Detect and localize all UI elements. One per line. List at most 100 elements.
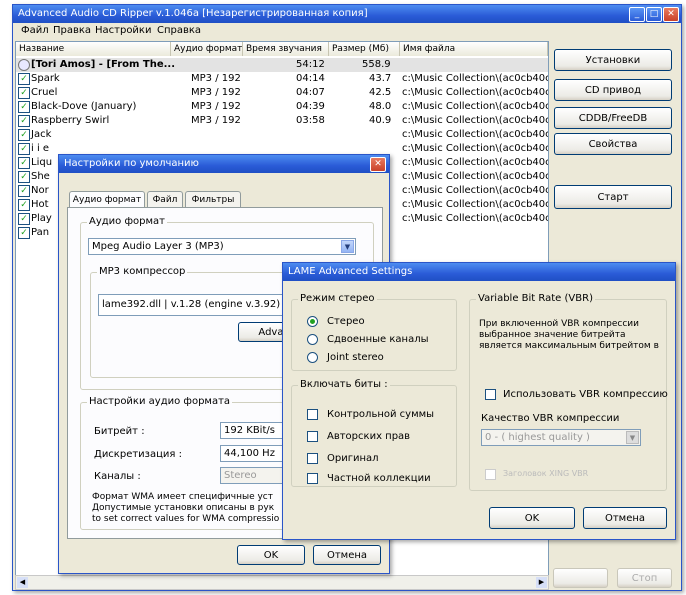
track-file: c:\Music Collection\(ac0cb40c) [402, 101, 549, 112]
track-file: c:\Music Collection\(ac0cb40c) [402, 87, 549, 98]
track-name: She [31, 171, 50, 182]
table-row[interactable]: ✓ Jack c:\Music Collection\(ac0cb40c) [16, 128, 548, 142]
main-title: Advanced Audio CD Ripper v.1.046a [Незар… [18, 8, 368, 19]
track-size: 48.0 [369, 101, 392, 112]
track-duration: 04:14 [296, 73, 325, 84]
lame-title-bar: LAME Advanced Settings [283, 263, 675, 281]
settings-button[interactable]: Установки [554, 49, 672, 71]
horizontal-scrollbar[interactable]: ◀ ▶ [15, 575, 549, 590]
col-header-filename[interactable]: Имя файла [400, 42, 548, 56]
format-select[interactable]: Mpeg Audio Layer 3 (MP3) ▼ [88, 238, 356, 255]
defaults-close-button[interactable]: ✕ [370, 157, 386, 172]
album-row[interactable]: [Tori Amos] - [From The... 54:12 558.9 [16, 58, 548, 72]
track-duration: 04:07 [296, 87, 325, 98]
bitrate-value: 192 KBit/s [224, 425, 275, 436]
col-header-duration[interactable]: Время звучания [243, 42, 329, 56]
track-name: Cruel [31, 87, 58, 98]
maximize-button[interactable]: □ [646, 7, 662, 22]
checkmark-icon[interactable]: ✓ [18, 73, 30, 85]
start-button[interactable]: Старт [554, 185, 672, 209]
track-name: Nor [31, 185, 49, 196]
track-name: Jack [31, 129, 52, 140]
checkbox-use-vbr[interactable] [485, 389, 496, 400]
bitrate-label: Битрейт : [94, 426, 145, 437]
track-file: c:\Music Collection\(ac0cb40c) [402, 213, 549, 224]
menu-file[interactable]: Файл [21, 25, 49, 36]
compressor-value: lame392.dll | v.1.28 (engine v.3.92) [102, 299, 281, 310]
col-header-size[interactable]: Размер (Мб) [329, 42, 400, 56]
checkmark-icon[interactable]: ✓ [18, 185, 30, 197]
track-file: c:\Music Collection\(ac0cb40c) [402, 129, 549, 140]
table-row[interactable]: ✓ Spark MP3 / 192 04:14 43.7 c:\Music Collect… [16, 72, 548, 86]
radio-joint-label: Joint stereo [327, 352, 384, 363]
lame-dialog: LAME Advanced Settings Режим стерео Стер… [282, 262, 676, 540]
col-header-format[interactable]: Аудио формат [171, 42, 243, 56]
track-name: Spark [31, 73, 60, 84]
minimize-button[interactable]: _ [629, 7, 645, 22]
stop-button[interactable]: Стоп [617, 568, 672, 588]
tab-filters[interactable]: Фильтры [185, 191, 241, 207]
cddb-button[interactable]: CDDB/FreeDB [554, 107, 672, 129]
sample-label: Дискретизация : [94, 449, 182, 460]
note-line-3: to set correct values for WMA compressio [92, 514, 280, 524]
checkmark-icon[interactable]: ✓ [18, 143, 30, 155]
scroll-left-icon[interactable]: ◀ [17, 577, 28, 588]
chevron-down-icon: ▼ [626, 431, 639, 444]
tab-file[interactable]: Файл [147, 191, 183, 207]
audio-format-group-label: Аудио формат [87, 216, 167, 227]
vbr-quality-value: 0 - ( highest quality ) [485, 432, 590, 443]
checkbox-use-vbr-label: Использовать VBR компрессию [503, 389, 668, 400]
channels-label: Каналы : [94, 471, 141, 482]
menu-bar: Файл Правка Настройки Справка [13, 24, 679, 39]
checkbox-private[interactable] [307, 473, 318, 484]
cd-icon [18, 59, 30, 71]
checkmark-icon[interactable]: ✓ [18, 213, 30, 225]
track-file: c:\Music Collection\(ac0cb40c) [402, 171, 549, 182]
defaults-title: Настройки по умолчанию [64, 158, 199, 169]
checkmark-icon[interactable]: ✓ [18, 87, 30, 99]
lame-title: LAME Advanced Settings [288, 266, 413, 277]
menu-help[interactable]: Справка [157, 25, 201, 36]
table-row[interactable]: ✓ Black-Dove (January) MP3 / 192 04:39 48.0 c… [16, 100, 548, 114]
checkmark-icon[interactable]: ✓ [18, 199, 30, 211]
defaults-ok-button[interactable]: OK [237, 545, 305, 565]
radio-stereo[interactable] [307, 316, 318, 327]
checkbox-private-label: Частной коллекции [327, 473, 431, 484]
track-size: 40.9 [369, 115, 392, 126]
checkmark-icon[interactable]: ✓ [18, 115, 30, 127]
radio-dual[interactable] [307, 334, 318, 345]
table-row[interactable]: ✓ Raspberry Swirl MP3 / 192 03:58 40.9 c:\Mus… [16, 114, 548, 128]
radio-joint[interactable] [307, 352, 318, 363]
defaults-cancel-button[interactable]: Отмена [313, 545, 381, 565]
track-file: c:\Music Collection\(ac0cb40c) [402, 157, 549, 168]
track-file: c:\Music Collection\(ac0cb40c) [402, 73, 549, 84]
checkmark-icon[interactable]: ✓ [18, 129, 30, 141]
menu-settings[interactable]: Настройки [95, 25, 151, 36]
checkbox-original-label: Оригинал [327, 453, 379, 464]
checkmark-icon[interactable]: ✓ [18, 101, 30, 113]
checkmark-icon[interactable]: ✓ [18, 157, 30, 169]
track-duration: 04:39 [296, 101, 325, 112]
cd-drive-button[interactable]: CD привод [554, 79, 672, 101]
scroll-right-icon[interactable]: ▶ [536, 577, 547, 588]
album-duration: 54:12 [296, 59, 325, 70]
checkbox-original[interactable] [307, 453, 318, 464]
menu-edit[interactable]: Правка [53, 25, 91, 36]
checkbox-copyright-label: Авторских прав [327, 431, 411, 442]
table-row[interactable]: ✓ Cruel MP3 / 192 04:07 42.5 c:\Music Collect… [16, 86, 548, 100]
lame-ok-button[interactable]: OK [489, 507, 575, 529]
chevron-down-icon: ▼ [341, 240, 354, 253]
checkbox-crc[interactable] [307, 409, 318, 420]
vbr-note-2: выбранное значение битрейта [479, 330, 626, 340]
checkmark-icon[interactable]: ✓ [18, 171, 30, 183]
compressor-group-label: MP3 компрессор [97, 266, 188, 277]
checkbox-copyright[interactable] [307, 431, 318, 442]
col-header-name[interactable]: Название [16, 42, 171, 56]
vbr-note-1: При включенной VBR компрессии [479, 319, 640, 329]
track-name: Liqu [31, 157, 53, 168]
properties-button[interactable]: Свойства [554, 133, 672, 155]
album-size: 558.9 [362, 59, 391, 70]
checkmark-icon[interactable]: ✓ [18, 227, 30, 239]
lame-cancel-button[interactable]: Отмена [583, 507, 667, 529]
close-button[interactable]: ✕ [663, 7, 679, 22]
